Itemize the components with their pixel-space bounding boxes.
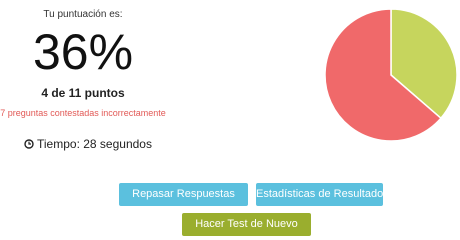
review-answers-button[interactable]: Repasar Respuestas bbox=[119, 183, 248, 206]
retry-test-button[interactable]: Hacer Test de Nuevo bbox=[182, 213, 311, 236]
time-text: Tiempo: 28 segundos bbox=[37, 137, 152, 151]
score-points: 4 de 11 puntos bbox=[41, 86, 125, 100]
score-pie-chart bbox=[324, 8, 458, 142]
score-percent: 36% bbox=[32, 24, 134, 80]
score-label: Tu puntuación es: bbox=[43, 9, 123, 20]
time-taken: Tiempo: 28 segundos bbox=[24, 137, 152, 151]
result-stats-button[interactable]: Estadísticas de Resultados bbox=[256, 183, 389, 206]
wrong-answers-count: 7 preguntas contestadas incorrectamente bbox=[0, 108, 166, 118]
clock-icon bbox=[24, 139, 34, 149]
